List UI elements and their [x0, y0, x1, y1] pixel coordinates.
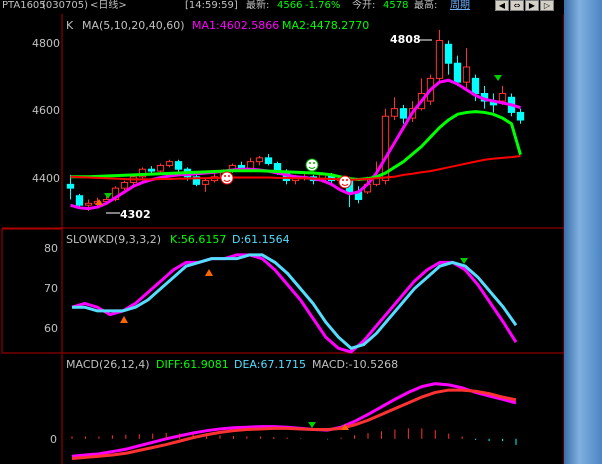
candle-body	[255, 157, 264, 163]
kd-tick-60: 60	[44, 322, 58, 335]
smiley-icon	[305, 158, 319, 172]
candle-body	[399, 108, 408, 119]
ma1-label: MA1:4602.5866	[192, 19, 279, 32]
candle-body	[390, 108, 399, 117]
macd-lines-dea	[71, 388, 517, 461]
kd-tick-70: 70	[44, 282, 58, 295]
candle-body	[435, 40, 444, 79]
smiley-icon	[338, 175, 352, 189]
candle-body	[516, 111, 525, 121]
buy-arrow-icon	[120, 316, 128, 323]
kd-lines-k	[71, 253, 518, 354]
candle-body	[165, 161, 174, 166]
macd-lines-diff	[71, 382, 517, 458]
macd-title: MACD(26,12,4)	[66, 358, 150, 371]
k-tick-4800: 4800	[32, 37, 60, 50]
candle-body	[174, 161, 183, 170]
candle-body	[498, 93, 507, 102]
candle-body	[201, 180, 210, 185]
candle-body	[75, 195, 84, 206]
candle-body	[444, 43, 453, 64]
kd-tick-80: 80	[44, 242, 58, 255]
candle-body	[120, 181, 129, 189]
buy-arrow-icon	[205, 269, 213, 276]
right-scrollbar[interactable]	[564, 0, 602, 464]
ma-label: MA(5,10,20,40,60)	[82, 19, 185, 32]
candle-body	[471, 77, 480, 94]
high-marker: 4808	[390, 33, 421, 46]
macd-lines	[71, 382, 517, 461]
sell-arrow-icon	[460, 258, 468, 264]
ma-line-ma1	[70, 78, 521, 211]
macd-dea-label: DEA:67.1715	[234, 358, 306, 371]
sell-arrow-icon	[104, 193, 112, 199]
ma2-label: MA2:4478.2770	[282, 19, 369, 32]
k-title: K	[66, 19, 74, 32]
macd-diff-label: DIFF:61.9081	[156, 358, 229, 371]
kd-title: SLOWKD(9,3,3,2)	[66, 233, 161, 246]
macd-tick-0: 0	[50, 433, 57, 446]
candle-body	[264, 157, 273, 165]
kd-k-label: K:56.6157	[170, 233, 226, 246]
k-tick-4400: 4400	[32, 172, 60, 185]
kd-lines	[71, 253, 518, 354]
kd-d-label: D:61.1564	[232, 233, 290, 246]
sell-arrow-icon	[308, 422, 316, 428]
candle-body	[453, 62, 462, 83]
candle-body	[156, 164, 165, 172]
candle-body	[66, 183, 75, 189]
ma-lines	[70, 78, 522, 211]
macd-value-label: MACD:-10.5268	[312, 358, 398, 371]
candle-body	[462, 66, 471, 83]
smiley-icon	[220, 171, 234, 185]
candle-body	[84, 202, 93, 206]
sell-arrow-icon	[494, 75, 502, 81]
low-marker: 4302	[120, 208, 151, 221]
chart-area: K MA(5,10,20,40,60) MA1:4602.5866 MA2:44…	[1, 14, 564, 464]
candle-body	[147, 168, 156, 172]
ma-line-ma2	[70, 110, 522, 181]
k-tick-4600: 4600	[32, 104, 60, 117]
